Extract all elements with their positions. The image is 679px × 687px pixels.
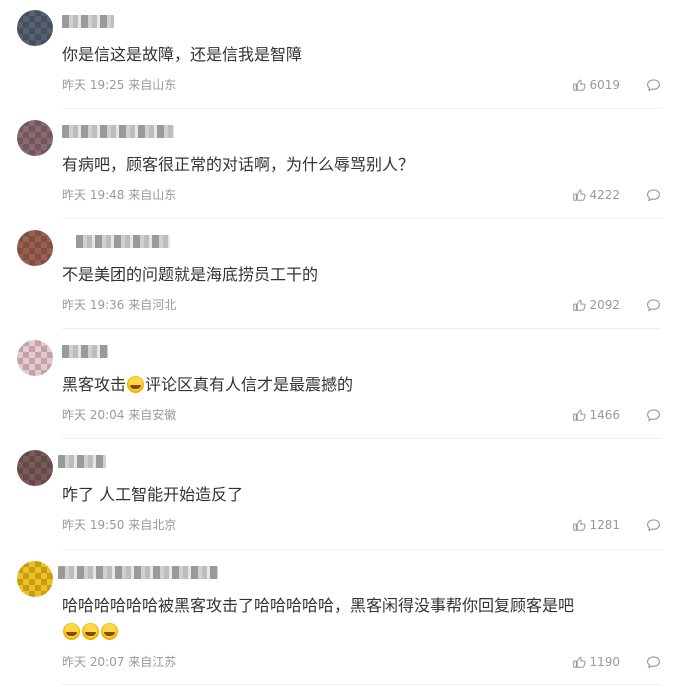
like-button[interactable]: 1190 <box>572 655 620 669</box>
username-blurred[interactable]: 用户 <box>62 125 174 138</box>
comment-time: 19:36 <box>89 298 125 312</box>
comment-text-part: 哈哈哈哈哈哈被黑客攻击了哈哈哈哈哈，黑客闲得没事帮你回复顾客是吧 <box>62 596 575 615</box>
like-count: 6019 <box>589 78 620 92</box>
comment-location: 来自山东 <box>128 78 177 92</box>
thumbs-up-icon <box>573 79 587 91</box>
comment-actions: 1466 <box>572 406 661 424</box>
laugh-cry-emoji <box>63 623 80 640</box>
comment-time: 20:07 <box>89 655 125 669</box>
comment-text: 不是美团的问题就是海底捞员工干的 <box>62 265 319 284</box>
comment-text: 黑客攻击 评论区真有人信才是最震撼的 <box>62 372 672 398</box>
like-button[interactable]: 4222 <box>572 188 620 202</box>
comment-bubble-icon[interactable] <box>646 188 661 203</box>
comment-date: 昨天 <box>62 655 87 669</box>
comment-location: 来自北京 <box>128 518 177 532</box>
comment-location: 来自江苏 <box>128 655 177 669</box>
laugh-cry-emoji <box>101 623 118 640</box>
comment-text: 有病吧，顾客很正常的对话啊，为什么辱骂别人？ <box>62 155 415 174</box>
divider <box>62 684 661 685</box>
like-button[interactable]: 1281 <box>572 518 620 532</box>
comment-bubble-icon[interactable] <box>646 408 661 423</box>
comment-time: 20:04 <box>89 408 125 422</box>
thumbs-up-icon <box>573 656 587 668</box>
like-count: 1190 <box>589 655 620 669</box>
avatar[interactable] <box>17 561 53 597</box>
comment-text-part: 黑客攻击 <box>62 375 127 394</box>
comment-actions: 1190 <box>572 653 661 671</box>
comment-meta: 昨天 20:04 来自安徽 <box>62 408 176 422</box>
thumbs-up-icon <box>573 519 587 531</box>
comment-meta: 昨天 19:25 来自山东 <box>62 78 176 92</box>
divider <box>62 438 661 439</box>
comment-date: 昨天 <box>62 518 87 532</box>
comment-time: 19:50 <box>89 518 125 532</box>
comment-date: 昨天 <box>62 188 87 202</box>
divider <box>62 218 661 219</box>
comment-actions: 4222 <box>572 186 661 204</box>
comment-location: 来自安徽 <box>128 408 177 422</box>
comment-meta: 昨天 19:36 来自河北 <box>62 298 176 312</box>
like-button[interactable]: 2092 <box>572 298 620 312</box>
comment-bubble-icon[interactable] <box>646 518 661 533</box>
comment-text: 咋了 人工智能开始造反了 <box>62 485 244 504</box>
comment-date: 昨天 <box>62 408 87 422</box>
comment-bubble-icon[interactable] <box>646 655 661 670</box>
comment-actions: 1281 <box>572 516 661 534</box>
thumbs-up-icon <box>573 299 587 311</box>
comment-location: 来自河北 <box>128 298 177 312</box>
thumbs-up-icon <box>573 409 587 421</box>
avatar[interactable] <box>17 10 53 46</box>
comment-time: 19:48 <box>89 188 125 202</box>
thumbs-up-icon <box>573 189 587 201</box>
comment-actions: 2092 <box>572 296 661 314</box>
comment-location: 来自山东 <box>128 188 177 202</box>
comment-text-part: 评论区真有人信才是最震撼的 <box>145 375 354 394</box>
username-blurred[interactable]: 用户 <box>76 235 170 248</box>
comment-time: 19:25 <box>89 78 125 92</box>
divider <box>62 108 661 109</box>
comment-meta: 昨天 19:50 来自北京 <box>62 518 176 532</box>
comment-meta: 昨天 20:07 来自江苏 <box>62 655 176 669</box>
username-blurred[interactable]: 用户 <box>58 455 106 468</box>
avatar[interactable] <box>17 340 53 376</box>
username-blurred[interactable]: 用户 <box>62 345 108 358</box>
like-count: 1466 <box>589 408 620 422</box>
comment-actions: 6019 <box>572 76 661 94</box>
like-button[interactable]: 1466 <box>572 408 620 422</box>
comment-text: 你是信这是故障，还是信我是智障 <box>62 45 303 64</box>
comment-date: 昨天 <box>62 78 87 92</box>
divider <box>62 328 661 329</box>
comment-bubble-icon[interactable] <box>646 298 661 313</box>
laugh-cry-emoji <box>82 623 99 640</box>
avatar[interactable] <box>17 120 53 156</box>
avatar[interactable] <box>17 230 53 266</box>
comment-bubble-icon[interactable] <box>646 78 661 93</box>
avatar[interactable] <box>17 450 53 486</box>
divider <box>62 549 661 550</box>
like-count: 2092 <box>589 298 620 312</box>
comment-text: 哈哈哈哈哈哈被黑客攻击了哈哈哈哈哈，黑客闲得没事帮你回复顾客是吧 <box>62 593 672 645</box>
username-blurred[interactable]: 用户 <box>58 566 218 579</box>
like-count: 1281 <box>589 518 620 532</box>
laugh-cry-emoji <box>127 376 145 393</box>
comment-meta: 昨天 19:48 来自山东 <box>62 188 176 202</box>
comment-date: 昨天 <box>62 298 87 312</box>
like-button[interactable]: 6019 <box>572 78 620 92</box>
like-count: 4222 <box>589 188 620 202</box>
username-blurred[interactable]: 用户 <box>62 15 114 28</box>
